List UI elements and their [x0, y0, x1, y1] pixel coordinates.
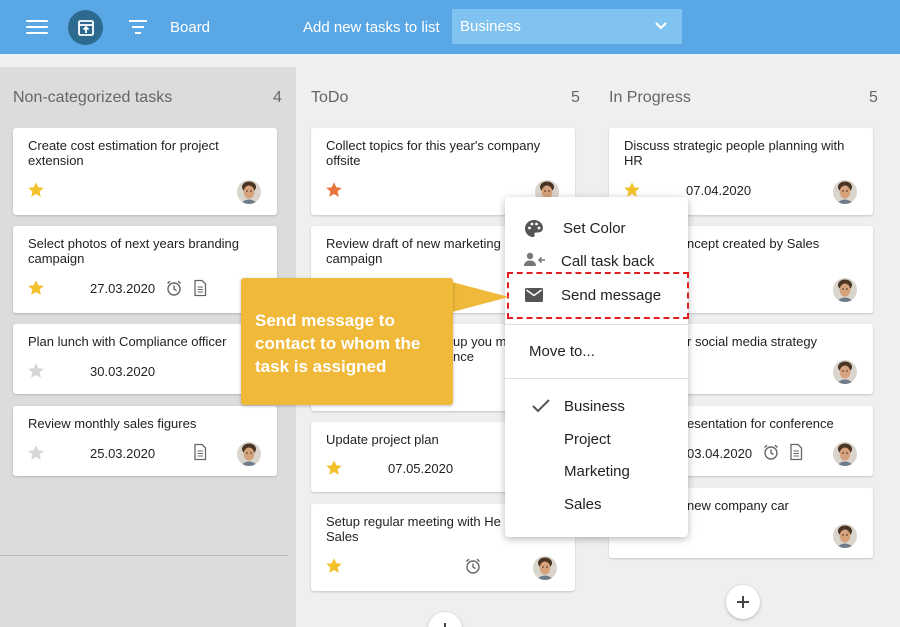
- task-title: new company car: [687, 498, 789, 513]
- task-title: Plan lunch with Compliance officer: [28, 334, 227, 349]
- star-icon[interactable]: [27, 279, 45, 297]
- column-title: Non-categorized tasks: [13, 89, 173, 106]
- menu-item-list-business[interactable]: Business: [505, 393, 688, 421]
- menu-divider: [505, 378, 688, 379]
- board-icon: [77, 19, 94, 36]
- board-view-button[interactable]: [68, 10, 103, 45]
- task-title: esentation for conference: [687, 416, 834, 431]
- add-task-button[interactable]: [726, 585, 760, 619]
- menu-divider: [505, 324, 688, 325]
- due-date: 25.03.2020: [90, 446, 156, 461]
- task-title: up you m: [453, 334, 507, 349]
- context-menu: Set Color Call task back Send message Mo…: [505, 197, 688, 537]
- task-title: Review monthly sales figures: [28, 416, 197, 431]
- column-count: 4: [273, 89, 282, 106]
- menu-item-set-color[interactable]: Set Color: [505, 215, 688, 243]
- star-icon[interactable]: [27, 444, 45, 462]
- menu-label: Call task back: [561, 253, 655, 270]
- document-icon: [788, 443, 804, 461]
- palette-icon: [525, 220, 543, 237]
- column-count-todo: 5: [571, 89, 580, 106]
- due-date: 03.04.2020: [687, 446, 753, 461]
- task-title: ncept created by Sales: [687, 236, 820, 251]
- star-icon[interactable]: [325, 459, 343, 477]
- due-date: 07.04.2020: [686, 183, 752, 198]
- due-date: 30.03.2020: [90, 364, 156, 379]
- add-task-button[interactable]: [428, 612, 462, 627]
- plus-icon: [737, 596, 749, 608]
- menu-label: Business: [564, 398, 625, 415]
- menu-item-list-marketing[interactable]: Marketing: [505, 458, 688, 486]
- menu-label: Project: [564, 431, 611, 448]
- task-title-line2: Sales: [326, 529, 359, 544]
- task-title: Create cost estimation for project exten…: [28, 138, 219, 168]
- menu-icon[interactable]: [26, 18, 50, 36]
- top-bar: Board Add new tasks to list Business: [0, 0, 900, 54]
- check-icon: [532, 399, 550, 413]
- due-date: 07.05.2020: [388, 461, 454, 476]
- star-icon[interactable]: [27, 181, 45, 199]
- task-card[interactable]: Plan lunch with Compliance officer 30.03…: [13, 324, 277, 394]
- list-select[interactable]: Business: [452, 9, 682, 44]
- star-icon[interactable]: [325, 181, 343, 199]
- callout-pointer: [452, 282, 509, 312]
- avatar[interactable]: [833, 180, 857, 204]
- alarm-icon: [464, 557, 482, 575]
- avatar[interactable]: [833, 442, 857, 466]
- column-title-in-progress: In Progress: [609, 89, 691, 106]
- task-title: Setup regular meeting with He: [326, 514, 501, 529]
- list-select-value: Business: [460, 18, 521, 35]
- due-date: 27.03.2020: [90, 281, 156, 296]
- avatar[interactable]: [533, 556, 557, 580]
- callout-tooltip: Send message to contact to whom the task…: [241, 278, 453, 405]
- task-title: Collect topics for this year's company o…: [326, 138, 541, 168]
- menu-label: Set Color: [563, 220, 626, 237]
- column-count-in-progress: 5: [869, 89, 878, 106]
- task-card[interactable]: Review monthly sales figures 25.03.2020: [13, 406, 277, 476]
- task-title-line2: nce: [453, 349, 474, 364]
- menu-label: Move to...: [529, 343, 595, 360]
- chevron-down-icon: [655, 22, 667, 30]
- plus-icon: [444, 623, 446, 627]
- menu-label: Marketing: [564, 463, 630, 480]
- add-tasks-label: Add new tasks to list: [303, 19, 440, 36]
- divider: [0, 555, 288, 556]
- person-arrow-icon: [524, 252, 545, 266]
- task-title: Select photos of next years branding cam…: [28, 236, 240, 266]
- column-title-todo: ToDo: [311, 89, 349, 106]
- document-icon: [192, 443, 208, 461]
- task-card[interactable]: Select photos of next years branding cam…: [13, 226, 277, 313]
- star-icon[interactable]: [325, 557, 343, 575]
- task-title: Review draft of new marketing campaign: [326, 236, 501, 266]
- avatar[interactable]: [833, 278, 857, 302]
- menu-label: Sales: [564, 496, 602, 513]
- alarm-icon: [165, 279, 183, 297]
- menu-item-list-sales[interactable]: Sales: [505, 491, 688, 519]
- avatar[interactable]: [833, 524, 857, 548]
- task-title: r social media strategy: [687, 334, 818, 349]
- alarm-icon: [762, 443, 780, 461]
- star-icon[interactable]: [27, 362, 45, 380]
- avatar[interactable]: [237, 442, 261, 466]
- avatar[interactable]: [237, 180, 261, 204]
- menu-item-list-project[interactable]: Project: [505, 426, 688, 454]
- avatar[interactable]: [833, 360, 857, 384]
- filter-icon[interactable]: [127, 18, 149, 36]
- board-label[interactable]: Board: [170, 19, 210, 36]
- document-icon: [192, 279, 208, 297]
- task-card[interactable]: Create cost estimation for project exten…: [13, 128, 277, 215]
- menu-item-move-to[interactable]: Move to...: [505, 338, 688, 366]
- highlight-box: [507, 272, 689, 319]
- task-title: Discuss strategic people planning with H…: [624, 138, 845, 168]
